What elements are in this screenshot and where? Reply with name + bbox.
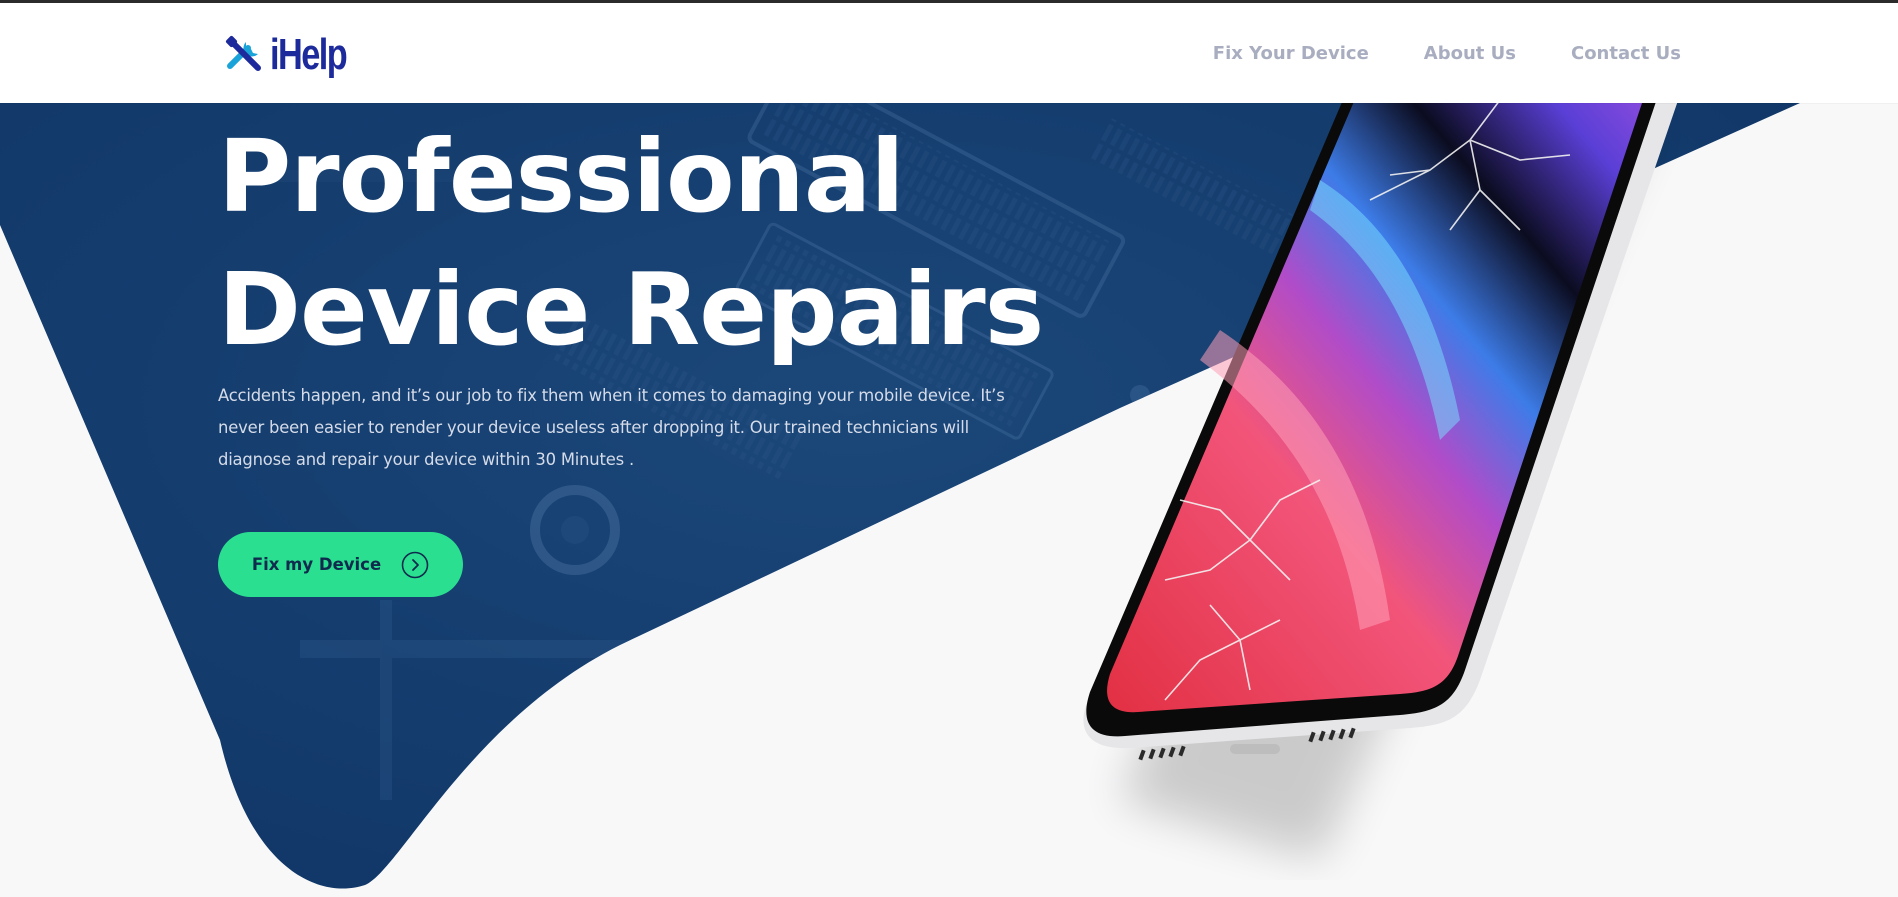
- chevron-right-circle-icon: [401, 551, 429, 578]
- cracked-phone-image: [1083, 60, 1690, 860]
- hero-title-line-2: Device Repairs: [218, 251, 1044, 368]
- main-nav: Fix Your Device About Us Contact Us: [1213, 43, 1681, 64]
- nav-item-contact-us[interactable]: Contact Us: [1571, 43, 1681, 64]
- hero-title-line-1: Professional: [218, 118, 905, 235]
- hero-title: Professional Device Repairs: [218, 110, 1044, 376]
- cta-label: Fix my Device: [251, 555, 382, 574]
- logo-link[interactable]: iHelp: [224, 29, 368, 81]
- logo-text: iHelp: [270, 30, 348, 79]
- site-header: iHelp Fix Your Device About Us Contact U…: [0, 3, 1898, 103]
- nav-item-about-us[interactable]: About Us: [1424, 43, 1516, 64]
- nav-item-fix-your-device[interactable]: Fix Your Device: [1213, 43, 1369, 64]
- fix-my-device-button[interactable]: Fix my Device: [218, 532, 463, 597]
- tools-icon: [225, 35, 261, 71]
- top-border: [0, 0, 1898, 3]
- hero-description: Accidents happen, and it’s our job to fi…: [218, 386, 1005, 469]
